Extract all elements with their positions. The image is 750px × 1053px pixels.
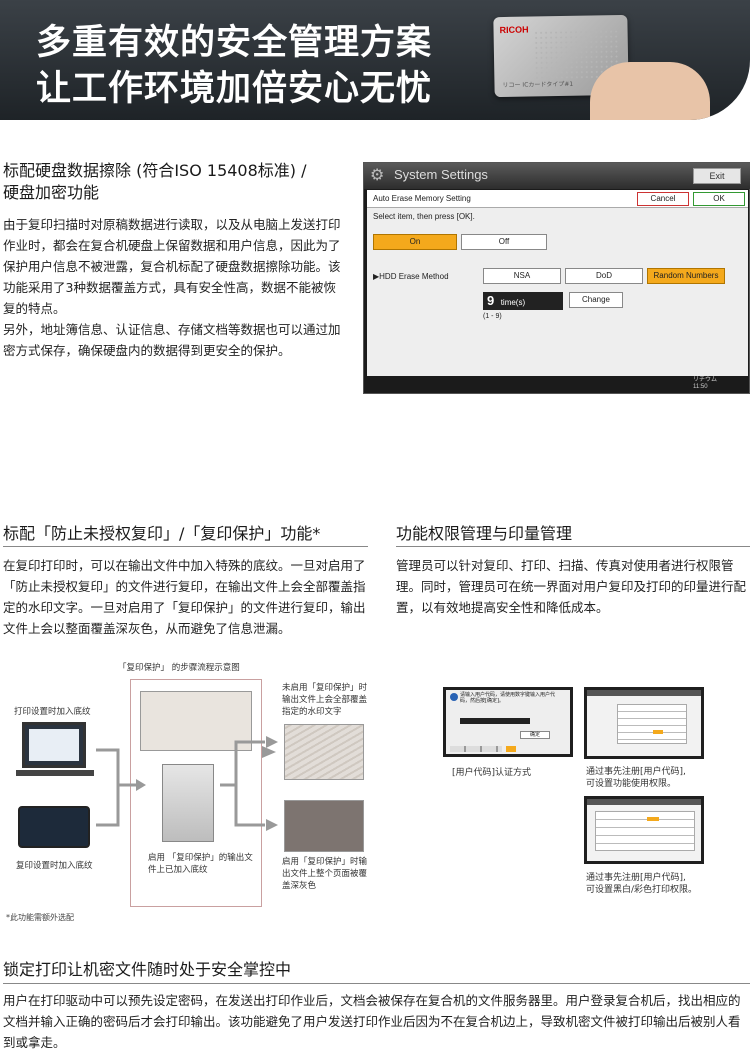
section4-body: 用户在打印驱动中可以预先设定密码，在发送出打印作业后，文档会被保存在复合机的文件… [3, 993, 741, 1050]
info-icon [450, 693, 458, 701]
section1-title-line1: 标配硬盘数据擦除 (符合ISO 15408标准) / [3, 161, 307, 180]
dod-button[interactable]: DoD [565, 268, 643, 284]
on-button[interactable]: On [373, 234, 457, 250]
gray-output-image [284, 800, 364, 852]
banner-headline-1: 多重有效的安全管理方案 [36, 23, 433, 63]
auth-note2: 通过事先注册[用户代码], 可设置黑白/彩色打印权限。 [586, 872, 697, 896]
auth-note2-line1: 通过事先注册[用户代码], [586, 873, 686, 883]
nsa-button[interactable]: NSA [483, 268, 561, 284]
panel-body: Auto Erase Memory Setting Cancel OK Sele… [367, 190, 748, 376]
panel-title: System Settings [394, 167, 488, 182]
copy-label: 复印设置时加入底纹 [16, 861, 93, 871]
watermark-output-image [284, 724, 364, 780]
status-area: リチウム 11:50 [693, 377, 717, 391]
random-numbers-button[interactable]: Random Numbers [647, 268, 725, 284]
banner: 多重有效的安全管理方案 让工作环境加倍安心无忧 RICOH リコー ICカードタ… [0, 0, 750, 120]
times-value: 9 [487, 293, 495, 308]
ok-button[interactable]: OK [693, 192, 745, 206]
auth-note1-line2: 可设置功能使用权限。 [586, 779, 677, 789]
color-permission-screen [584, 796, 704, 864]
section1-body: 由于复印扫描时对原稿数据进行读取，以及从电脑上发送打印作业时，都会在复合机硬盘上… [3, 214, 348, 361]
section3-rule [396, 546, 750, 547]
menu-label: Auto Erase Memory Setting [373, 194, 471, 203]
off-button[interactable]: Off [461, 234, 547, 250]
hdd-erase-method-label: ▶HDD Erase Method [373, 272, 449, 281]
diagram-caption: 「复印保护」 的步骤流程示意图 [118, 663, 240, 673]
top-right-label: 未启用「复印保护」时输出文件上会全部覆盖指定的水印文字 [282, 683, 368, 717]
change-button[interactable]: Change [569, 292, 623, 308]
center-label: 启用 「复印保护」的输出文件上已加入底纹 [148, 853, 253, 875]
footnote: *此功能需额外选配 [6, 913, 74, 922]
gear-icon: ⚙ [370, 165, 385, 184]
hand-image [590, 62, 710, 120]
section4-rule [3, 983, 750, 984]
card-brand-logo: RICOH [499, 24, 529, 36]
auth-note2-line2: 可设置黑白/彩色打印权限。 [586, 885, 698, 895]
banner-headline-2: 让工作环境加倍安心无忧 [36, 69, 433, 109]
times-display: 9 time(s) [483, 292, 563, 310]
section1-title: 标配硬盘数据擦除 (符合ISO 15408标准) / 硬盘加密功能 [3, 160, 343, 204]
auth-note1: 通过事先注册[用户代码], 可设置功能使用权限。 [586, 766, 686, 790]
cancel-button[interactable]: Cancel [637, 192, 689, 206]
user-code-screen: 请输入用户代码，请使用数字键输入用户代码，然后按[确定]。 确定 [443, 687, 573, 757]
auth-note1-line1: 通过事先注册[用户代码], [586, 767, 686, 777]
instruction-text: Select item, then press [OK]. [373, 212, 475, 221]
section4-title: 锁定打印让机密文件随时处于安全掌控中 [3, 960, 292, 979]
section2-rule [3, 546, 368, 547]
times-unit: time(s) [500, 298, 526, 307]
dialog-highlight-button[interactable] [506, 746, 516, 752]
status-clock: 11:50 [693, 384, 708, 390]
system-settings-panel: ⚙ System Settings Exit Auto Erase Memory… [363, 162, 750, 394]
status-line1: リチウム [693, 377, 718, 383]
auth-caption: [用户代码]认证方式 [452, 768, 532, 778]
dialog-ok-button[interactable]: 确定 [520, 731, 550, 739]
code-input[interactable] [460, 718, 530, 724]
section3-body: 管理员可以针对复印、打印、扫描、传真对使用者进行权限管理。同时，管理员可在统一界… [396, 558, 747, 615]
range-text: (1 - 9) [483, 313, 502, 320]
section1-title-line2: 硬盘加密功能 [3, 183, 100, 202]
section2-body: 在复印打印时，可以在输出文件中加入特殊的底纹。一旦对启用了「防止未授权复印」的文… [3, 558, 366, 636]
section2-title: 标配「防止未授权复印」/「复印保护」功能* [3, 524, 321, 543]
exit-button[interactable]: Exit [693, 168, 741, 184]
section1-para2: 另外，地址簿信息、认证信息、存储文档等数据也可以通过加密方式保存，确保硬盘内的数… [3, 322, 341, 358]
section1-para1: 由于复印扫描时对原稿数据进行读取，以及从电脑上发送打印作业时，都会在复合机硬盘上… [3, 217, 341, 316]
card-text: リコー ICカードタイプ#1 [502, 80, 574, 90]
section3-title: 功能权限管理与印量管理 [396, 524, 573, 543]
panel-header: ⚙ System Settings Exit [364, 163, 750, 189]
dialog-text: 请输入用户代码，请使用数字键输入用户代码，然后按[确定]。 [460, 692, 556, 704]
bottom-right-label: 启用「复印保护」时输出文件上整个页面被覆盖深灰色 [282, 857, 368, 891]
dialog-button-row [450, 746, 502, 752]
diagram-arrows [96, 736, 278, 831]
function-permission-screen [584, 687, 704, 759]
